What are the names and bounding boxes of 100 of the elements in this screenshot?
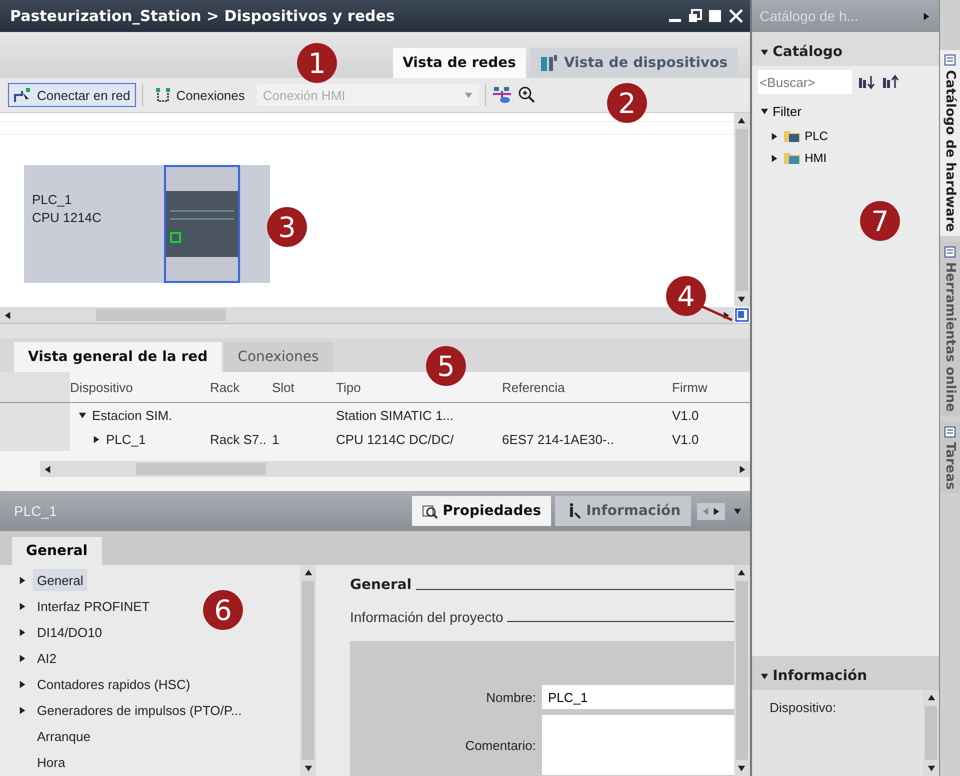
scroll-right-icon[interactable] — [738, 464, 747, 474]
collapse-arrow-icon[interactable] — [922, 12, 931, 20]
connect-network-button[interactable]: Conectar en red — [8, 83, 136, 107]
table-cell: V1.0 — [672, 432, 699, 446]
column-header[interactable]: Rack — [210, 380, 240, 394]
scroll-left-icon[interactable] — [3, 310, 12, 320]
view-tab[interactable]: Vista de dispositivos — [530, 48, 738, 78]
nav-item[interactable]: Generadores de impulsos (PTO/P... — [33, 699, 246, 721]
scrollbar[interactable] — [923, 690, 939, 776]
expand-arrow-icon[interactable] — [18, 628, 27, 636]
overview-navigation-icon[interactable] — [734, 307, 750, 323]
panel-icon — [944, 54, 956, 66]
scrollbar[interactable] — [0, 307, 734, 323]
field-label: Comentario: — [464, 738, 536, 752]
scroll-down-icon[interactable] — [926, 764, 936, 773]
column-header[interactable]: Referencia — [502, 380, 565, 394]
field-label: Nombre: — [485, 690, 536, 704]
device-block[interactable]: PLC_1 CPU 1214C — [24, 165, 270, 283]
properties-icon — [422, 503, 438, 519]
connections-button[interactable]: Conexiones — [149, 83, 251, 107]
section-arrow-icon[interactable] — [760, 48, 769, 56]
side-tab[interactable]: Herramientas online — [940, 242, 960, 416]
side-tab[interactable]: Catálogo de hardware — [940, 50, 960, 236]
filter-toggle[interactable]: Filter — [752, 98, 939, 125]
column-header[interactable]: Tipo — [336, 380, 361, 394]
view-tab[interactable]: Vista de redes — [392, 48, 526, 78]
folder-icon — [782, 151, 801, 165]
scroll-right-icon[interactable] — [722, 310, 731, 320]
table-cell: 1 — [272, 432, 280, 446]
devices-icon — [540, 54, 558, 72]
nav-item[interactable]: Arranque — [33, 725, 94, 747]
scroll-up-icon[interactable] — [737, 116, 746, 125]
scroll-down-icon[interactable] — [737, 764, 746, 773]
expand-arrow-icon[interactable] — [18, 680, 27, 688]
table-cell: 6ES7 214-1AE30-.. — [502, 432, 614, 446]
search-up-icon[interactable] — [882, 74, 900, 90]
nav-item[interactable]: Interfaz PROFINET — [33, 595, 154, 617]
scroll-up-icon[interactable] — [737, 568, 746, 577]
overview-tab[interactable]: Conexiones — [224, 342, 333, 372]
properties-title: PLC_1 — [14, 503, 58, 519]
inspector-tab[interactable]: Propiedades — [412, 496, 552, 526]
side-tab[interactable]: Tareas — [940, 422, 960, 494]
scroll-up-icon[interactable] — [926, 693, 936, 702]
scrollbar[interactable] — [734, 113, 750, 307]
table-cell: V1.0 — [672, 408, 699, 422]
restore-icon[interactable] — [688, 9, 702, 23]
search-down-icon[interactable] — [858, 74, 876, 90]
folder-icon — [782, 129, 801, 143]
cpu-module-drawing[interactable] — [164, 165, 240, 283]
expand-arrow-icon[interactable] — [18, 602, 27, 610]
catalog-item[interactable]: PLC — [752, 125, 939, 147]
section-arrow-icon[interactable] — [760, 672, 769, 680]
network-connect-icon — [14, 87, 32, 103]
panel-icon — [944, 426, 956, 438]
scroll-down-icon[interactable] — [737, 295, 746, 304]
chevron-icon[interactable] — [760, 107, 769, 116]
input-field[interactable]: PLC_1 — [542, 685, 734, 709]
nav-item[interactable]: AI2 — [33, 647, 61, 669]
collapsed-arrow-icon[interactable] — [92, 434, 101, 444]
catalog-item[interactable]: HMI — [752, 147, 939, 169]
section-subheading: Información del proyecto — [350, 609, 504, 625]
overview-tab[interactable]: Vista general de la red — [14, 342, 222, 372]
scroll-right-icon[interactable] — [712, 506, 721, 516]
nav-item[interactable]: DI14/DO10 — [33, 621, 106, 643]
expand-arrow-icon[interactable] — [18, 576, 27, 584]
scroll-up-icon[interactable] — [304, 568, 312, 577]
nav-item[interactable]: General — [33, 569, 88, 591]
expand-arrow-icon[interactable] — [18, 654, 27, 662]
table-cell: Rack S7.. — [210, 432, 266, 446]
table-cell: Station SIMATIC 1... — [336, 408, 454, 422]
expand-arrow-icon[interactable] — [18, 706, 27, 714]
scroll-down-icon[interactable] — [304, 764, 312, 773]
panel-menu-icon[interactable] — [732, 506, 742, 516]
section-tab[interactable]: General — [12, 537, 102, 565]
device-name: PLC_1 — [32, 191, 73, 209]
close-icon[interactable] — [728, 8, 744, 24]
collapsed-arrow-icon[interactable] — [770, 154, 779, 162]
scrollbar[interactable] — [300, 565, 316, 776]
collapsed-arrow-icon[interactable] — [770, 132, 779, 140]
column-header[interactable]: Dispositivo — [70, 380, 133, 394]
scrollbar[interactable] — [734, 565, 750, 776]
nav-item[interactable]: Hora — [33, 751, 70, 773]
table-cell: Estacion SIM. — [92, 408, 172, 422]
column-header[interactable]: Slot — [272, 380, 294, 394]
scrollbar[interactable] — [40, 461, 750, 477]
section-title[interactable]: Catálogo — [772, 44, 843, 60]
search-field[interactable]: <Buscar> — [758, 70, 852, 94]
table-cell: PLC_1 — [106, 432, 146, 446]
nav-item[interactable]: Contadores rapidos (HSC) — [33, 673, 194, 695]
column-header[interactable]: Firmw — [672, 380, 708, 394]
window-title: Pasteurization_Station > Dispositivos y redes — [10, 7, 396, 25]
comment-field[interactable] — [542, 715, 734, 775]
expanded-arrow-icon[interactable] — [78, 410, 87, 420]
inspector-tab[interactable]: Información — [555, 496, 691, 526]
maximize-icon[interactable] — [708, 9, 722, 23]
zoom-icon[interactable] — [518, 86, 536, 104]
connections-icon — [155, 87, 172, 103]
device-model: CPU 1214C — [32, 209, 102, 227]
scroll-left-icon[interactable] — [43, 464, 52, 474]
network-view-icon[interactable] — [492, 86, 512, 104]
